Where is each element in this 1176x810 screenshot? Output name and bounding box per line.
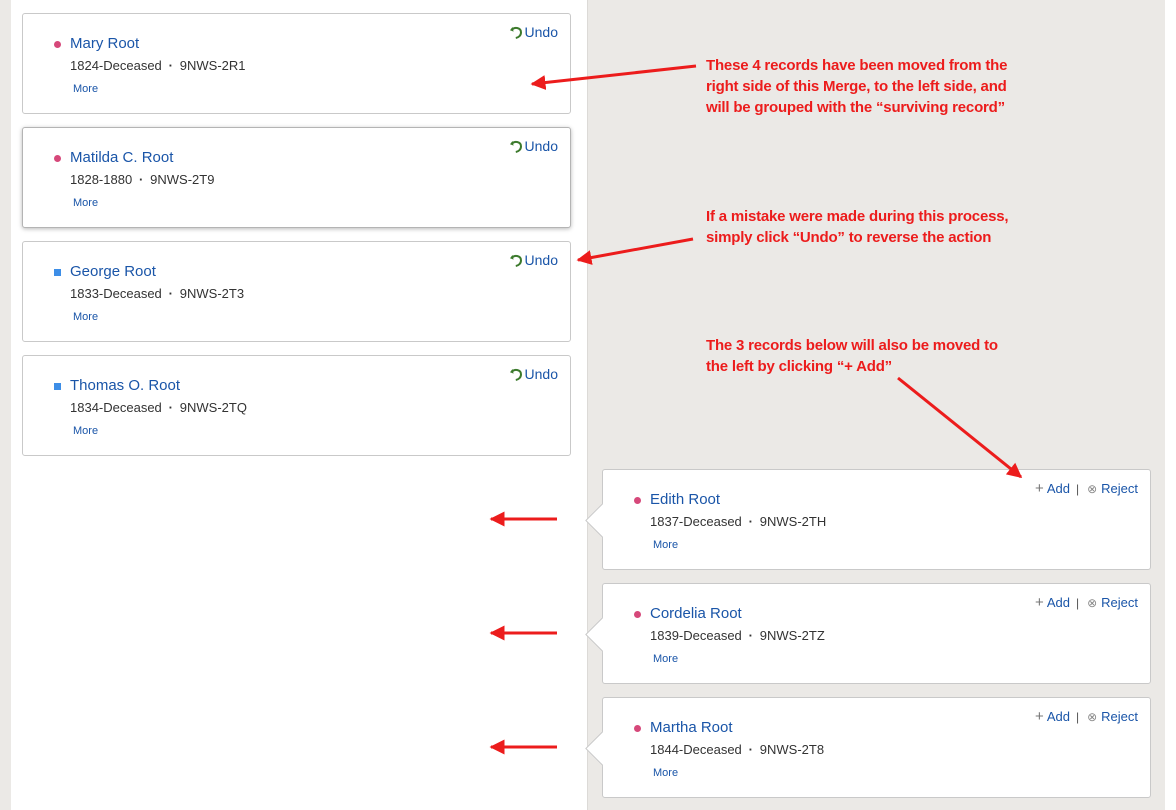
add-button[interactable]: Add xyxy=(1047,595,1070,610)
card-actions: + Add | ⊗ Reject xyxy=(1035,709,1138,724)
person-dates: 1828-1880 xyxy=(70,172,133,187)
undo-label: Undo xyxy=(524,366,558,382)
person-id: 9NWS-2T8 xyxy=(759,742,825,757)
reject-button[interactable]: Reject xyxy=(1101,481,1138,496)
person-name-link[interactable]: Martha Root xyxy=(650,719,733,736)
undo-label: Undo xyxy=(524,138,558,154)
person-name-link[interactable]: Thomas O. Root xyxy=(70,377,180,394)
card-pointer xyxy=(581,726,603,770)
add-button[interactable]: Add xyxy=(1047,481,1070,496)
person-id: 9NWS-2R1 xyxy=(179,58,246,73)
person-name-link[interactable]: Matilda C. Root xyxy=(70,149,173,166)
annotation-line: will be grouped with the “surviving reco… xyxy=(706,99,1005,116)
undo-arrow-icon xyxy=(509,368,522,381)
undo-arrow-icon xyxy=(509,254,522,267)
annotation-line: If a mistake were made during this proce… xyxy=(706,208,1009,225)
circle-x-icon: ⊗ xyxy=(1087,481,1098,496)
plus-icon: + xyxy=(1035,594,1044,611)
person-details: 1834-Deceased · 9NWS-2TQ xyxy=(70,400,247,415)
person-name-link[interactable]: Cordelia Root xyxy=(650,605,742,622)
more-link[interactable]: More xyxy=(653,539,678,551)
card-actions: + Add | ⊗ Reject xyxy=(1035,481,1138,496)
undo-button[interactable]: Undo xyxy=(509,24,558,40)
annotation-line: the left by clicking “+ Add” xyxy=(706,358,892,375)
undo-arrow-icon xyxy=(509,26,522,39)
undo-button[interactable]: Undo xyxy=(509,138,558,154)
person-dates: 1844-Deceased xyxy=(650,742,742,757)
annotation-moved-records: These 4 records have been moved from the… xyxy=(706,55,1007,118)
more-link[interactable]: More xyxy=(73,311,98,323)
person-card-right: Cordelia Root 1839-Deceased · 9NWS-2TZ Mor… xyxy=(602,583,1151,684)
person-name-link[interactable]: George Root xyxy=(70,263,156,280)
annotation-add-hint: The 3 records below will also be moved t… xyxy=(706,335,998,377)
person-card-left: Thomas O. Root 1834-Deceased · 9NWS-2TQ Mo… xyxy=(22,355,571,456)
person-details: 1844-Deceased · 9NWS-2T8 xyxy=(650,742,825,757)
card-pointer xyxy=(581,498,603,542)
female-icon xyxy=(634,497,641,504)
female-icon xyxy=(634,611,641,618)
person-details: 1833-Deceased · 9NWS-2T3 xyxy=(70,286,245,301)
male-icon xyxy=(54,269,61,276)
person-details: 1839-Deceased · 9NWS-2TZ xyxy=(650,628,825,643)
undo-label: Undo xyxy=(524,252,558,268)
person-details: 1824-Deceased · 9NWS-2R1 xyxy=(70,58,246,73)
male-icon xyxy=(54,383,61,390)
more-link[interactable]: More xyxy=(653,653,678,665)
annotation-line: simply click “Undo” to reverse the actio… xyxy=(706,229,992,246)
person-card-left: Mary Root 1824-Deceased · 9NWS-2R1 More Un… xyxy=(22,13,571,114)
more-link[interactable]: More xyxy=(653,767,678,779)
annotation-undo-hint: If a mistake were made during this proce… xyxy=(706,206,1009,248)
card-actions: + Add | ⊗ Reject xyxy=(1035,595,1138,610)
plus-icon: + xyxy=(1035,480,1044,497)
undo-label: Undo xyxy=(524,24,558,40)
person-details: 1837-Deceased · 9NWS-2TH xyxy=(650,514,827,529)
female-icon xyxy=(634,725,641,732)
annotation-line: These 4 records have been moved from the xyxy=(706,57,1008,74)
person-card-right: Edith Root 1837-Deceased · 9NWS-2TH More +… xyxy=(602,469,1151,570)
person-id: 9NWS-2TH xyxy=(759,514,827,529)
undo-arrow-icon xyxy=(509,140,522,153)
plus-icon: + xyxy=(1035,708,1044,725)
reject-button[interactable]: Reject xyxy=(1101,709,1138,724)
action-divider: | xyxy=(1075,481,1080,496)
undo-button[interactable]: Undo xyxy=(509,252,558,268)
person-card-right: Martha Root 1844-Deceased · 9NWS-2T8 More … xyxy=(602,697,1151,798)
merge-right-panel xyxy=(587,0,1166,810)
more-link[interactable]: More xyxy=(73,83,98,95)
female-icon xyxy=(54,41,61,48)
right-gutter xyxy=(1165,0,1176,810)
left-gutter xyxy=(0,0,11,810)
person-details: 1828-1880 · 9NWS-2T9 xyxy=(70,172,215,187)
circle-x-icon: ⊗ xyxy=(1087,595,1098,610)
person-dates: 1824-Deceased xyxy=(70,58,162,73)
add-button[interactable]: Add xyxy=(1047,709,1070,724)
person-id: 9NWS-2TQ xyxy=(179,400,247,415)
person-name-link[interactable]: Edith Root xyxy=(650,491,720,508)
person-id: 9NWS-2T3 xyxy=(179,286,245,301)
person-dates: 1834-Deceased xyxy=(70,400,162,415)
person-card-left: George Root 1833-Deceased · 9NWS-2T3 More … xyxy=(22,241,571,342)
card-pointer xyxy=(581,612,603,656)
circle-x-icon: ⊗ xyxy=(1087,709,1098,724)
annotation-line: right side of this Merge, to the left si… xyxy=(706,78,1007,95)
more-link[interactable]: More xyxy=(73,197,98,209)
person-dates: 1837-Deceased xyxy=(650,514,742,529)
action-divider: | xyxy=(1075,709,1080,724)
person-card-left: Matilda C. Root 1828-1880 · 9NWS-2T9 More … xyxy=(22,127,571,228)
person-dates: 1833-Deceased xyxy=(70,286,162,301)
undo-button[interactable]: Undo xyxy=(509,366,558,382)
person-dates: 1839-Deceased xyxy=(650,628,742,643)
person-id: 9NWS-2TZ xyxy=(759,628,825,643)
reject-button[interactable]: Reject xyxy=(1101,595,1138,610)
annotation-line: The 3 records below will also be moved t… xyxy=(706,337,998,354)
female-icon xyxy=(54,155,61,162)
person-id: 9NWS-2T9 xyxy=(150,172,215,187)
action-divider: | xyxy=(1075,595,1080,610)
person-name-link[interactable]: Mary Root xyxy=(70,35,139,52)
more-link[interactable]: More xyxy=(73,425,98,437)
